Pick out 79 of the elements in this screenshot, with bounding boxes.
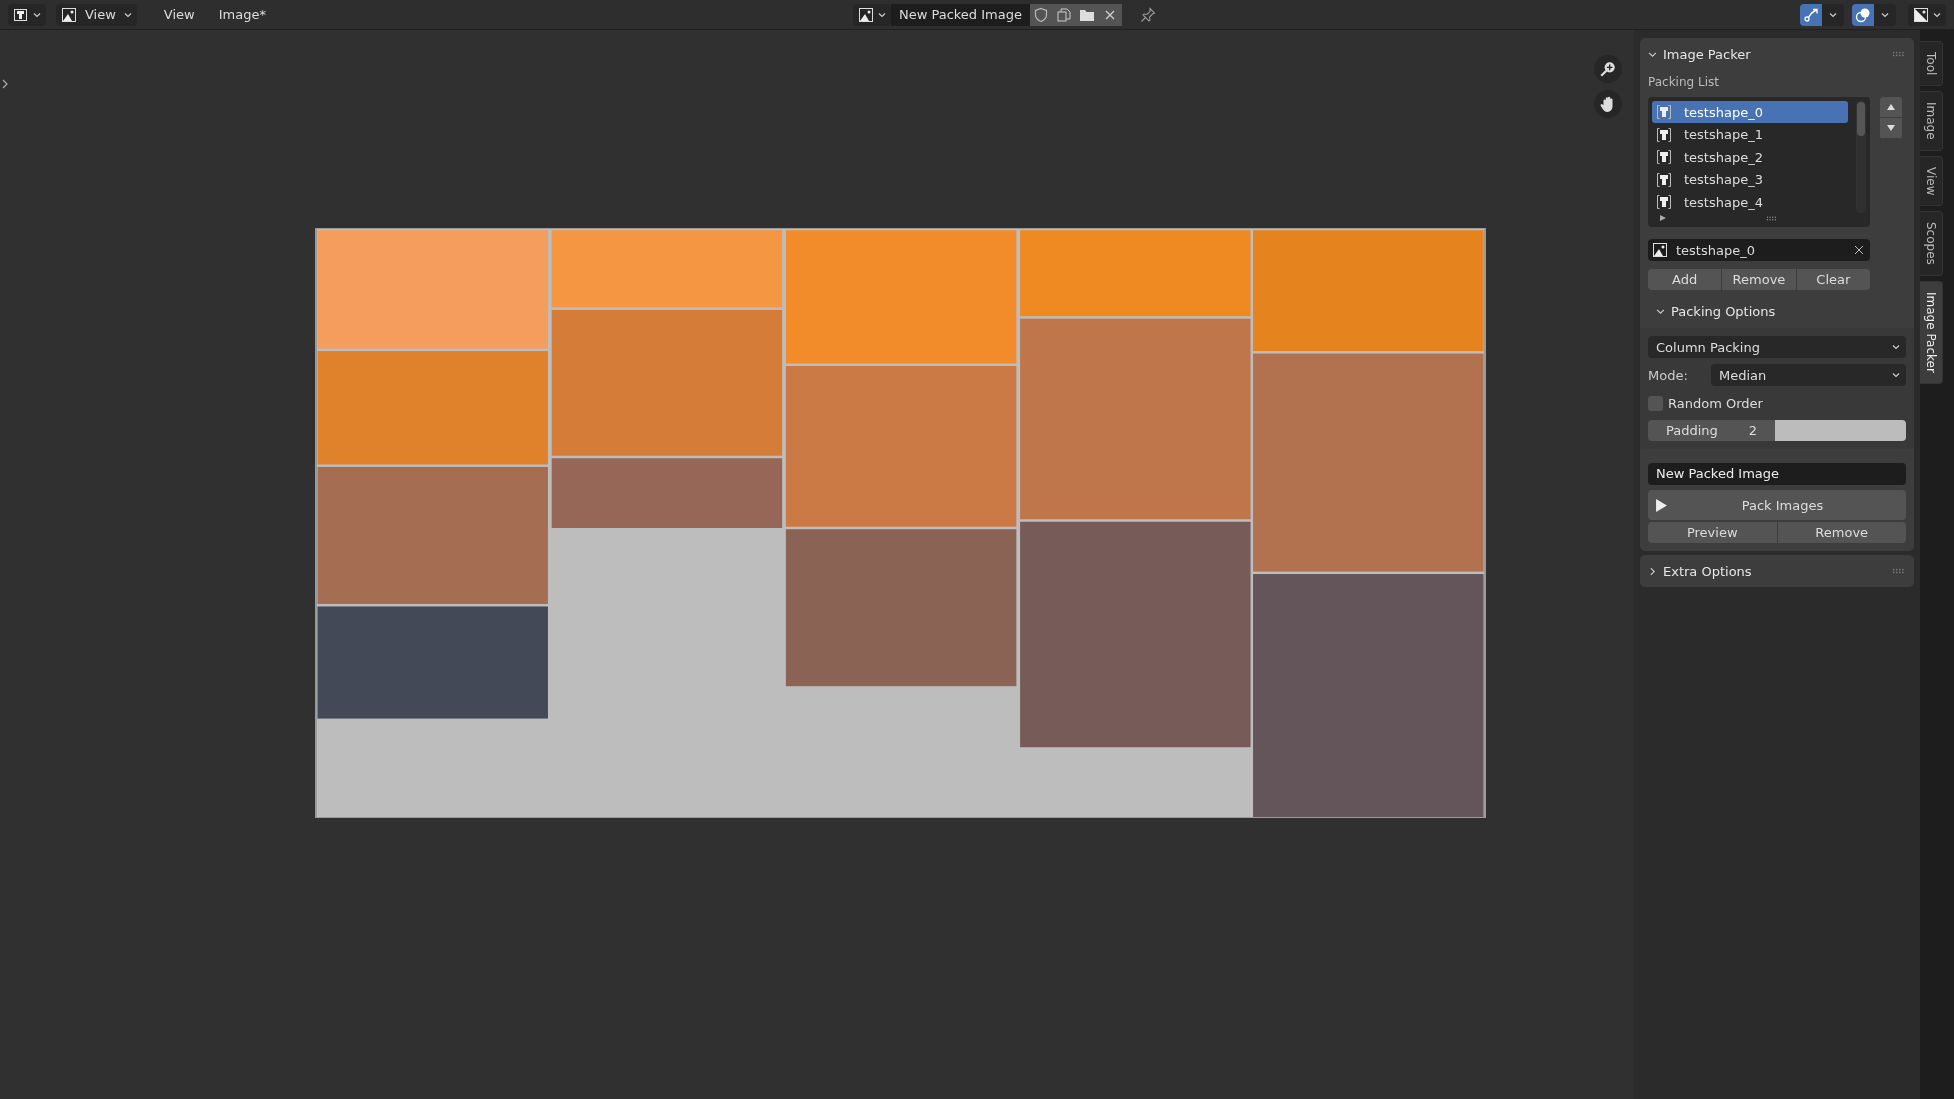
arrow-up-icon: [1886, 103, 1896, 111]
menu-item[interactable]: View: [152, 7, 206, 22]
pan-button[interactable]: [1594, 90, 1622, 118]
output-name-field[interactable]: New Packed Image: [1648, 463, 1906, 485]
zoom-icon: [1599, 60, 1617, 78]
unlink-button[interactable]: [1098, 3, 1122, 26]
sidebar-tab[interactable]: Image Packer: [1920, 281, 1943, 385]
image-icon: [61, 6, 77, 23]
arrow-down-icon: [1886, 124, 1896, 132]
chevron-icon: [1829, 10, 1837, 19]
method-dropdown[interactable]: Column Packing: [1648, 336, 1906, 358]
sidebar-tab[interactable]: Image: [1920, 91, 1943, 151]
mode-dropdown[interactable]: Median: [1711, 364, 1906, 386]
view-dropdown[interactable]: View: [56, 3, 137, 26]
texture-icon: [1656, 149, 1672, 166]
chevron-icon: [877, 10, 886, 19]
expand-icon[interactable]: [1660, 215, 1666, 222]
fake-user-button[interactable]: [1029, 3, 1053, 26]
sidebar-tab[interactable]: Tool: [1920, 41, 1943, 87]
pin-icon[interactable]: [1139, 6, 1156, 23]
shield-icon: [1033, 6, 1050, 23]
zoom-button[interactable]: [1594, 55, 1622, 83]
list-button[interactable]: Remove: [1722, 269, 1796, 290]
clear-icon[interactable]: [1854, 245, 1864, 255]
overlay-toggle[interactable]: [1852, 3, 1874, 26]
panel-title: Image Packer: [1663, 46, 1751, 62]
list-button[interactable]: Add: [1648, 269, 1722, 290]
list-button[interactable]: Clear: [1796, 269, 1870, 290]
image-editor-icon: [13, 6, 29, 23]
menu-item[interactable]: Image*: [207, 7, 277, 22]
dropdown-button[interactable]: [1822, 3, 1844, 26]
list-item[interactable]: testshape_2: [1652, 145, 1848, 169]
chevron-icon: [1933, 10, 1941, 19]
copy-icon: [1056, 6, 1073, 23]
texture-icon: [1656, 126, 1672, 143]
pack-images-button[interactable]: Pack Images: [1648, 490, 1906, 520]
texture-icon: [1656, 104, 1672, 121]
list-label: Packing List: [1648, 75, 1720, 89]
caret-icon[interactable]: [2, 79, 8, 89]
scrollbar[interactable]: [1856, 101, 1866, 213]
gizmo-icon: [1803, 6, 1819, 23]
chevron-icon: [123, 10, 132, 19]
drag-handle-icon[interactable]: [1892, 568, 1906, 574]
list-item[interactable]: testshape_3: [1652, 168, 1848, 191]
move-up-button[interactable]: [1880, 97, 1902, 118]
panel-header[interactable]: Image Packer: [1648, 41, 1906, 67]
checkbox[interactable]: [1648, 395, 1663, 411]
subpanel-title: Packing Options: [1671, 303, 1776, 319]
chevron-icon: [1881, 10, 1889, 19]
sidebar-tab[interactable]: View: [1920, 155, 1943, 207]
list-item[interactable]: testshape_1: [1652, 123, 1848, 146]
mode-label: Mode:: [1648, 367, 1689, 383]
list-item[interactable]: testshape_4: [1652, 190, 1848, 214]
texture-icon: [1656, 194, 1672, 211]
subpanel-header[interactable]: Packing Options: [1640, 298, 1914, 328]
chevron-icon: [1892, 343, 1900, 351]
drag-handle-icon[interactable]: [1892, 51, 1906, 57]
checkbox-label: Random Order: [1668, 395, 1763, 411]
image-name-field[interactable]: New Packed Image: [890, 3, 1030, 26]
overlay-icon: [1855, 6, 1871, 23]
action-button[interactable]: Preview: [1648, 522, 1777, 543]
sidebar-tab[interactable]: Scopes: [1920, 211, 1943, 277]
play-icon: [1656, 498, 1667, 512]
chevron-icon: [1892, 371, 1900, 379]
panel-title: Extra Options: [1663, 563, 1752, 579]
list-item[interactable]: testshape_0: [1652, 101, 1848, 124]
action-button[interactable]: Remove: [1777, 522, 1906, 543]
editor-type-button[interactable]: [8, 3, 46, 26]
image-browse-button[interactable]: [852, 3, 891, 26]
image-icon: [857, 6, 874, 23]
image-icon: [1652, 242, 1668, 258]
gizmo-toggle[interactable]: [1800, 3, 1822, 26]
display-channels-button[interactable]: [1908, 3, 1946, 26]
chevron-icon: [33, 10, 41, 19]
texture-icon: [1656, 171, 1672, 188]
image-icon: [1913, 6, 1929, 23]
resize-handle-icon[interactable]: [1766, 215, 1778, 221]
dropdown-button[interactable]: [1874, 3, 1896, 26]
image-field[interactable]: testshape_0: [1648, 239, 1870, 261]
